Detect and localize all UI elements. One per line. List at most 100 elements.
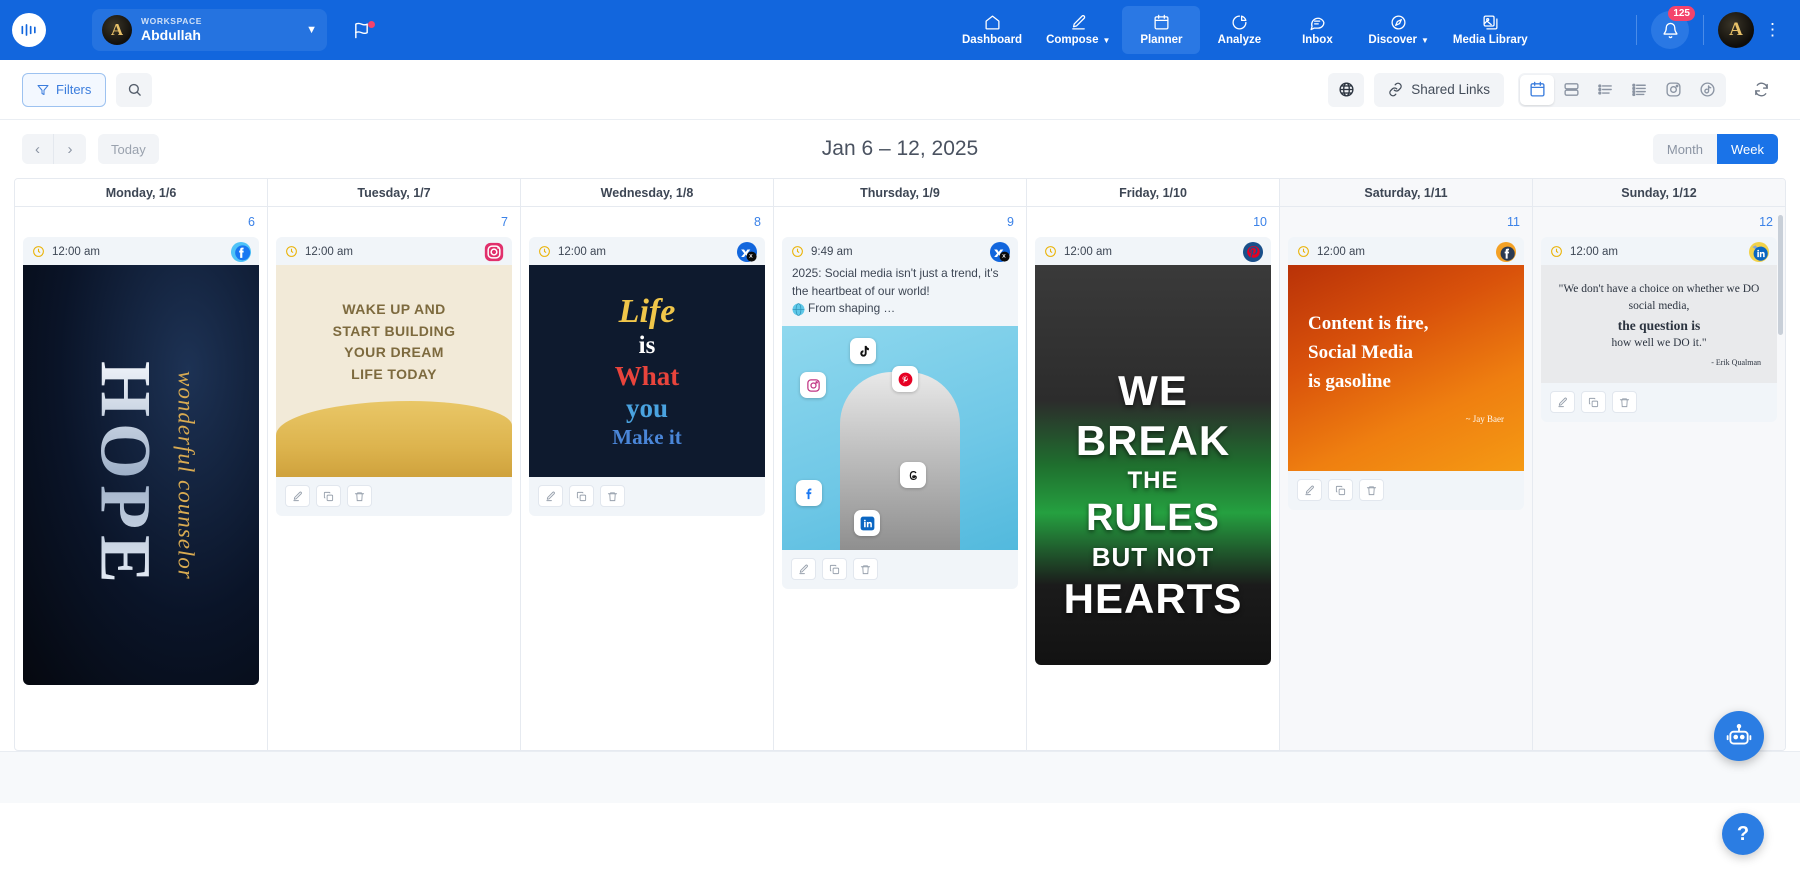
day-body-sunday[interactable]: 12 12:00 am "We don't have a choice on w… <box>1533 207 1785 750</box>
rules-line-1: WE <box>1118 367 1188 414</box>
tiktok-icon <box>1699 82 1715 97</box>
life-line-3: What <box>614 360 680 391</box>
help-button[interactable]: ? <box>1722 813 1764 855</box>
life-line-5: Make it <box>612 424 682 449</box>
calendar-view-icon <box>1529 81 1545 97</box>
post-media-quote-image: "We don't have a choice on whether we DO… <box>1541 265 1777 383</box>
pie-chart-icon <box>1232 15 1247 30</box>
globe-icon <box>1339 82 1354 97</box>
robot-assistant-icon[interactable] <box>1714 711 1764 761</box>
post-card[interactable]: 12:00 am Content is fire, Social Media i… <box>1288 237 1524 510</box>
day-number-monday[interactable]: 6 <box>23 213 259 237</box>
nav-item-dashboard[interactable]: Dashboard <box>950 6 1034 54</box>
copy-icon <box>323 491 334 501</box>
nav-item-planner[interactable]: Planner <box>1122 6 1201 54</box>
month-view-button[interactable]: Month <box>1653 134 1717 164</box>
delete-post-button[interactable] <box>853 558 878 581</box>
duplicate-post-button[interactable] <box>569 485 594 507</box>
edit-post-button[interactable] <box>1297 479 1322 501</box>
nav-item-analyze[interactable]: Analyze <box>1200 6 1278 54</box>
day-header-monday: Monday, 1/6 <box>15 179 267 207</box>
post-card[interactable]: 9:49 am 2025: Social media isn't just a … <box>782 237 1018 590</box>
previous-week-button[interactable]: ‹ <box>22 134 54 164</box>
trash-icon <box>607 491 618 501</box>
tiktok-view-button[interactable] <box>1690 75 1724 105</box>
search-button[interactable] <box>116 72 153 107</box>
nav-item-media-library[interactable]: Media Library <box>1441 6 1540 54</box>
next-week-button[interactable]: › <box>54 134 86 164</box>
workspace-selector[interactable]: A WORKSPACE Abdullah ▼ <box>92 9 327 51</box>
flag-icon[interactable] <box>353 20 375 39</box>
copy-icon <box>1335 485 1346 495</box>
duplicate-post-button[interactable] <box>1328 479 1353 501</box>
day-body-saturday[interactable]: 11 12:00 am Content is fire, Social Medi… <box>1280 207 1532 750</box>
nav-item-discover[interactable]: Discover ▼ <box>1356 6 1441 54</box>
nav-discover-text: Discover <box>1368 34 1417 46</box>
nav-label-analyze: Analyze <box>1217 34 1262 46</box>
duplicate-post-button[interactable] <box>316 485 341 507</box>
calendar-scrollbar[interactable] <box>1778 215 1783 335</box>
post-actions <box>276 477 512 516</box>
clock-icon <box>33 246 44 257</box>
clock-icon <box>539 246 550 257</box>
delete-post-button[interactable] <box>1359 479 1384 501</box>
delete-post-button[interactable] <box>1612 391 1637 413</box>
hootsuite-logo-icon[interactable] <box>12 13 46 47</box>
duplicate-post-button[interactable] <box>822 558 847 581</box>
duplicate-post-button[interactable] <box>1581 391 1606 413</box>
day-number-wednesday[interactable]: 8 <box>529 213 765 237</box>
day-number-sunday[interactable]: 12 <box>1541 213 1777 237</box>
day-body-monday[interactable]: 6 12:00 am HOPE wonderful counselor <box>15 207 267 750</box>
pencil-icon <box>1071 15 1085 30</box>
day-number-tuesday[interactable]: 7 <box>276 213 512 237</box>
globe-button[interactable] <box>1328 72 1365 107</box>
list-view-button[interactable] <box>1588 75 1622 105</box>
detail-list-view-button[interactable] <box>1622 75 1656 105</box>
delete-post-button[interactable] <box>347 485 372 507</box>
instagram-view-button[interactable] <box>1656 75 1690 105</box>
day-body-wednesday[interactable]: 8 12:00 am Life is What you Make it <box>521 207 773 750</box>
copy-icon <box>829 564 840 574</box>
shared-links-button[interactable]: Shared Links <box>1374 72 1504 107</box>
post-time: 9:49 am <box>811 245 853 258</box>
refresh-button[interactable] <box>1744 75 1778 105</box>
day-header-saturday: Saturday, 1/11 <box>1280 179 1532 207</box>
delete-post-button[interactable] <box>600 485 625 507</box>
post-card[interactable]: 12:00 am WE BREAK THE RULES BUT NOT HEAR… <box>1035 237 1271 665</box>
split-view-button[interactable] <box>1554 75 1588 105</box>
edit-post-button[interactable] <box>538 485 563 507</box>
calendar-view-button[interactable] <box>1520 74 1554 105</box>
day-number-thursday[interactable]: 9 <box>782 213 1018 237</box>
filters-button[interactable]: Filters <box>22 72 107 107</box>
edit-post-button[interactable] <box>791 558 816 581</box>
day-number-saturday[interactable]: 11 <box>1288 213 1524 237</box>
week-view-button[interactable]: Week <box>1717 134 1778 164</box>
trash-icon <box>1366 485 1377 495</box>
nav-item-inbox[interactable]: Inbox <box>1278 6 1356 54</box>
facebook-icon <box>796 480 822 507</box>
edit-post-button[interactable] <box>1550 391 1575 413</box>
edit-post-button[interactable] <box>285 485 310 507</box>
fire-line-3: is gasoline <box>1308 370 1391 392</box>
today-button[interactable]: Today <box>98 134 159 164</box>
day-body-tuesday[interactable]: 7 12:00 am WAKE UP AND START BUILDING YO… <box>268 207 520 750</box>
day-body-friday[interactable]: 10 12:00 am WE BREAK THE RULES BUT NOT H… <box>1027 207 1279 750</box>
user-avatar[interactable]: A <box>1718 12 1754 48</box>
post-card[interactable]: 12:00 am WAKE UP AND START BUILDING YOUR… <box>276 237 512 516</box>
clock-icon <box>286 246 297 257</box>
pencil-icon <box>546 491 555 501</box>
flag-notification-dot <box>368 20 375 28</box>
post-card[interactable]: 12:00 am HOPE wonderful counselor <box>23 237 259 685</box>
more-vertical-icon[interactable]: ⋮ <box>1758 20 1788 40</box>
notifications-button[interactable]: 125 <box>1651 6 1695 49</box>
rules-line-5: BUT NOT <box>1091 542 1215 572</box>
clock-icon <box>792 246 803 257</box>
day-body-thursday[interactable]: 9 9:49 am 2025: Social media isn't just … <box>774 207 1026 750</box>
compass-icon <box>1391 15 1406 30</box>
threads-icon <box>900 462 926 489</box>
post-card[interactable]: 12:00 am "We don't have a choice on whet… <box>1541 237 1777 422</box>
instagram-icon <box>1665 82 1681 97</box>
post-card[interactable]: 12:00 am Life is What you Make it <box>529 237 765 516</box>
day-number-friday[interactable]: 10 <box>1035 213 1271 237</box>
nav-item-compose[interactable]: Compose ▼ <box>1034 6 1122 54</box>
